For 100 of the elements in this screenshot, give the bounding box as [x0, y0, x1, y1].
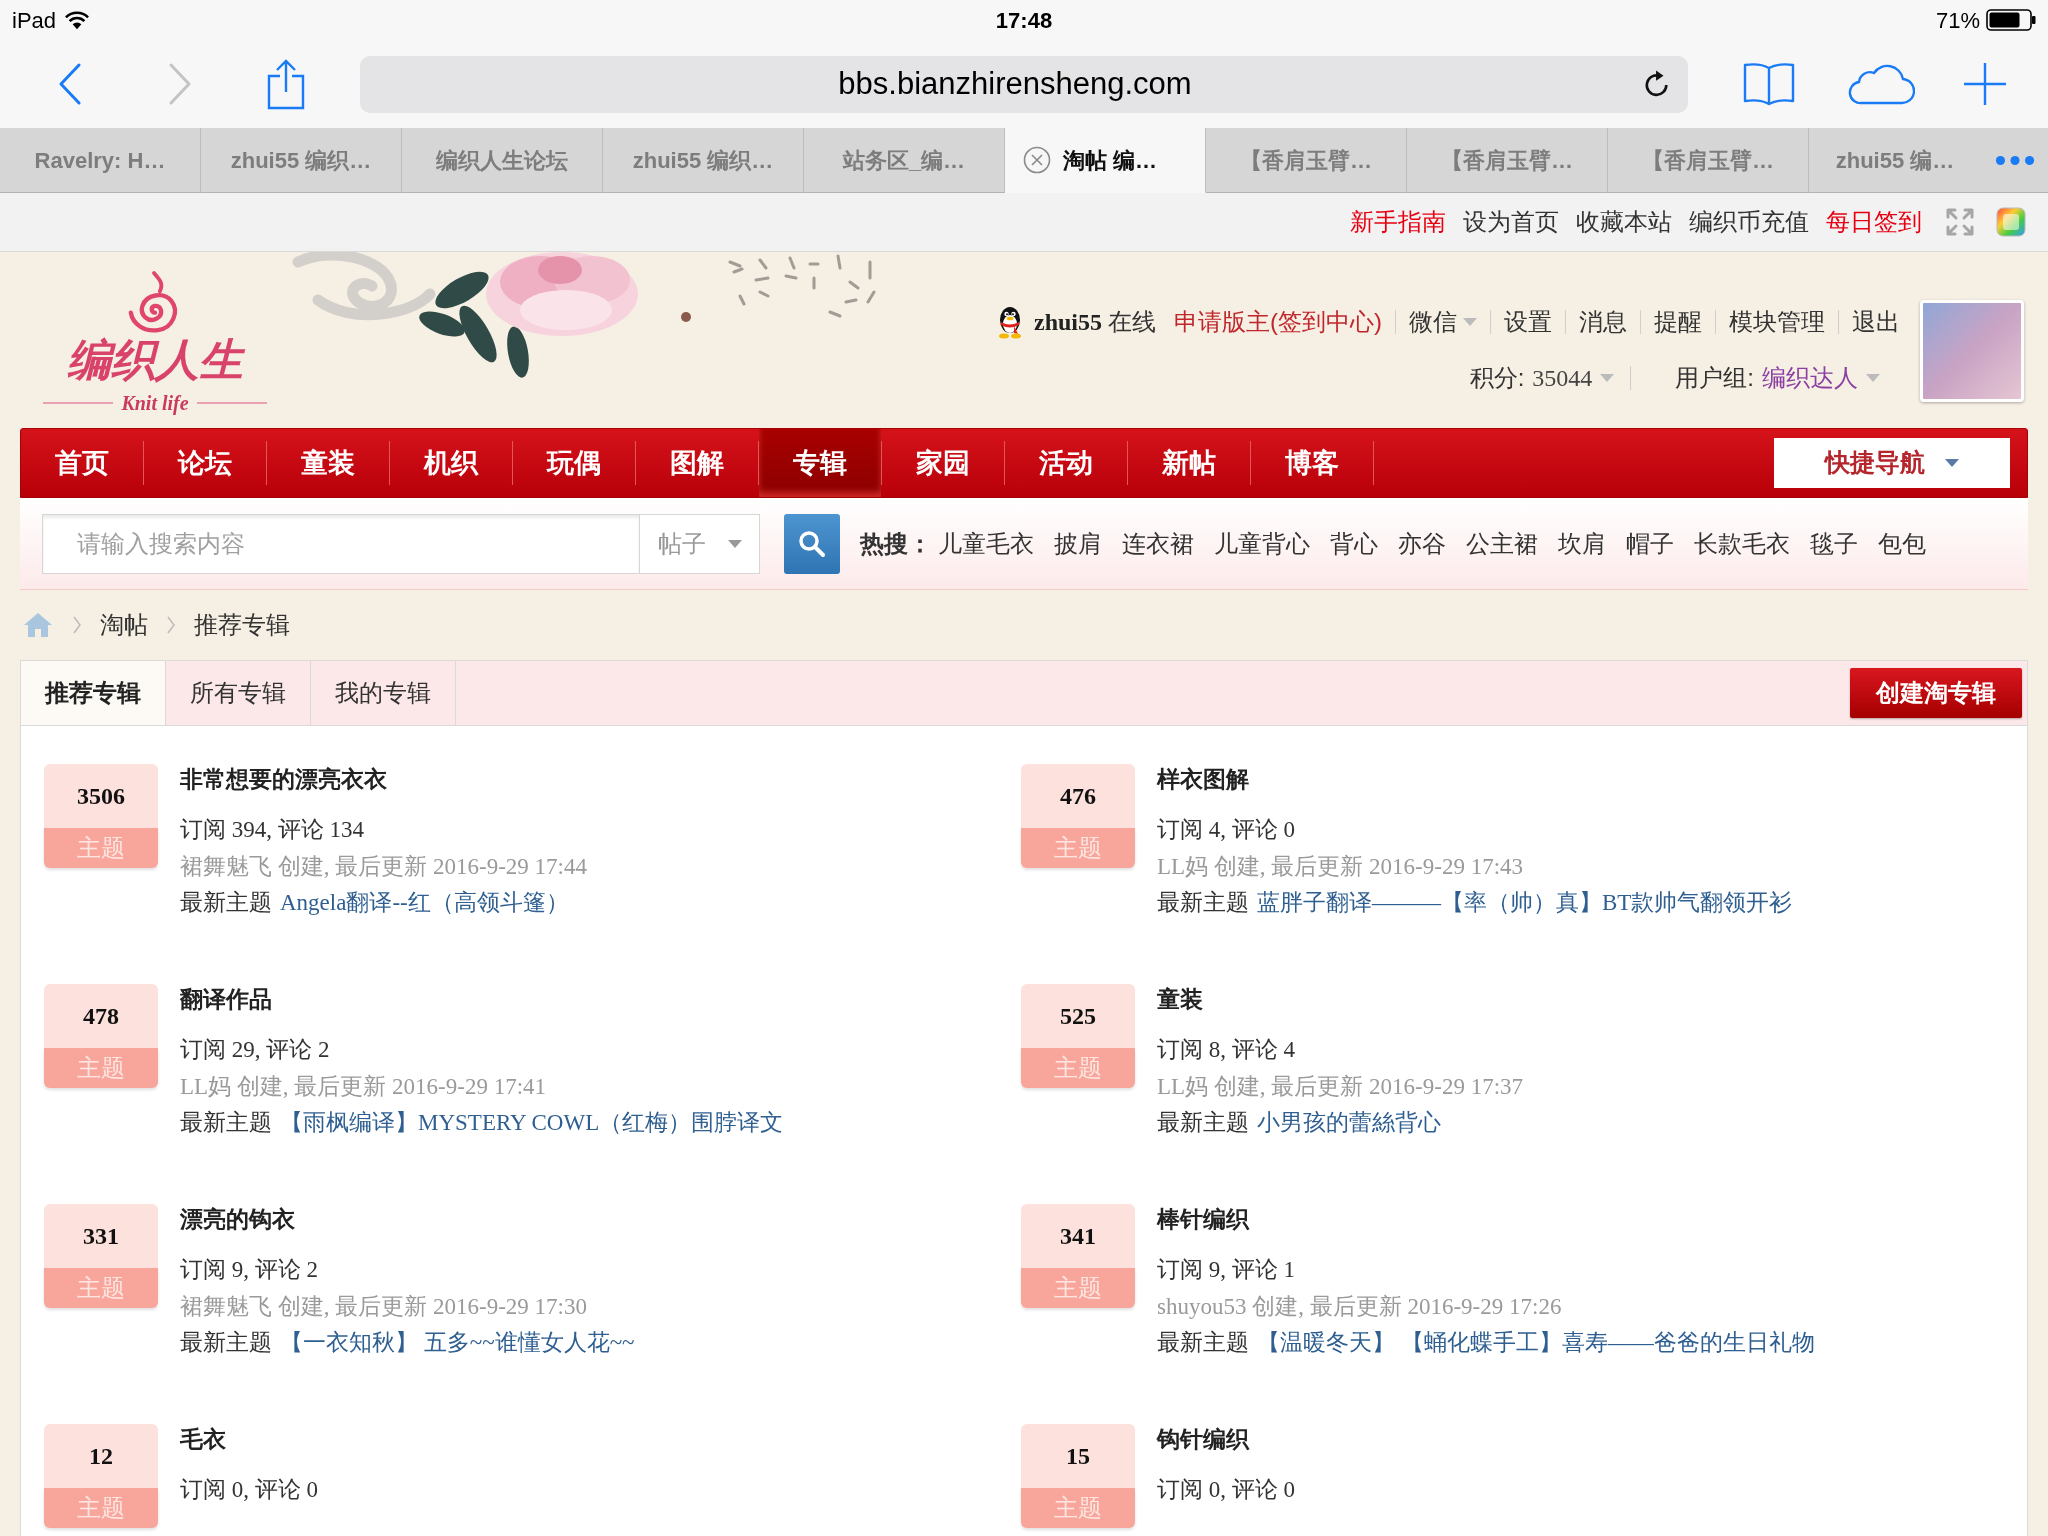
album-title[interactable]: 样衣图解	[1157, 764, 1249, 796]
book-icon[interactable]	[1743, 61, 1795, 107]
hot-search-link[interactable]: 连衣裙	[1122, 525, 1194, 562]
user-menu-link[interactable]: 模块管理	[1729, 304, 1825, 340]
album-title[interactable]: 毛衣	[180, 1424, 226, 1456]
topic-count: 15	[1021, 1424, 1135, 1488]
hot-search-link[interactable]: 公主裙	[1466, 525, 1538, 562]
album-title[interactable]: 翻译作品	[180, 984, 272, 1016]
nav-item[interactable]: 论坛	[144, 429, 266, 497]
user-menu-link[interactable]: 微信	[1409, 304, 1477, 340]
hot-search-link[interactable]: 儿童背心	[1214, 525, 1310, 562]
share-icon[interactable]	[266, 58, 306, 110]
album-stats: 订阅 394, 评论 134	[180, 816, 364, 844]
album-stats: 订阅 9, 评论 2	[180, 1256, 318, 1284]
hot-search-link[interactable]: 毯子	[1810, 525, 1858, 562]
nav-item[interactable]: 机织	[390, 429, 512, 497]
album-meta: LL妈 创建, 最后更新 2016-9-29 17:43	[1157, 853, 1524, 881]
top-link[interactable]: 收藏本站	[1576, 204, 1672, 240]
album-title[interactable]: 童装	[1157, 984, 1203, 1016]
caret-icon	[727, 539, 742, 548]
album-title[interactable]: 棒针编织	[1157, 1204, 1249, 1236]
nav-item[interactable]: 童装	[267, 429, 389, 497]
nav-item[interactable]: 活动	[1005, 429, 1127, 497]
nav-item[interactable]: 家园	[882, 429, 1004, 497]
user-menu-link[interactable]: 设置	[1504, 304, 1552, 340]
chevron-icon	[166, 615, 176, 635]
topic-count: 476	[1021, 764, 1135, 828]
breadcrumb-link[interactable]: 淘帖	[100, 607, 148, 643]
breadcrumb-current: 推荐专辑	[194, 610, 290, 640]
color-palette-icon[interactable]	[1996, 207, 2026, 237]
hot-search-link[interactable]: 长款毛衣	[1694, 525, 1790, 562]
logo-tagline: Knit life	[121, 391, 189, 417]
stat-value[interactable]: 35044	[1532, 360, 1615, 396]
top-link[interactable]: 每日签到	[1826, 204, 1922, 240]
album-tab[interactable]: 推荐专辑	[21, 661, 166, 725]
stat-value[interactable]: 编织达人	[1762, 360, 1880, 396]
hot-search-label: 热搜：	[860, 528, 932, 559]
top-link[interactable]: 新手指南	[1350, 204, 1446, 240]
hot-search-link[interactable]: 亦谷	[1398, 525, 1446, 562]
topic-label: 主题	[44, 1488, 158, 1528]
album-title[interactable]: 漂亮的钩衣	[180, 1204, 295, 1236]
nav-item[interactable]: 新帖	[1128, 429, 1250, 497]
user-menu-link[interactable]: 退出	[1852, 304, 1900, 340]
latest-topic-link[interactable]: 【雨枫编译】MYSTERY COWL（红梅）围脖译文	[280, 1106, 784, 1141]
album-meta: 裙舞魅飞 创建, 最后更新 2016-9-29 17:30	[180, 1293, 587, 1321]
caret-icon	[1945, 459, 1959, 467]
tab-overflow-button[interactable]	[1981, 128, 2048, 193]
quick-nav-button[interactable]: 快捷导航	[1774, 438, 2010, 488]
address-bar[interactable]: bbs.bianzhirensheng.com	[360, 55, 1688, 113]
avatar-photo[interactable]	[1920, 300, 2024, 402]
search-icon	[798, 529, 826, 558]
latest-topic-link[interactable]: 【温暖冬天】 【蛹化蝶手工】喜寿——爸爸的生日礼物	[1257, 1326, 1815, 1361]
latest-topic-link[interactable]: 小男孩的蕾絲背心	[1257, 1106, 1441, 1141]
cloud-icon[interactable]	[1847, 63, 1915, 105]
online-status: 在线	[1108, 308, 1156, 337]
nav-item[interactable]: 图解	[636, 429, 758, 497]
plus-icon[interactable]	[1963, 62, 2007, 106]
top-link[interactable]: 编织币充值	[1689, 204, 1809, 240]
latest-topic-link[interactable]: Angela翻译--红（高领斗篷）	[280, 886, 569, 921]
hot-search-link[interactable]: 包包	[1878, 525, 1926, 562]
latest-topic-label: 最新主题	[180, 1329, 272, 1358]
apply-moderator-link[interactable]: 申请版主(签到中心)	[1174, 304, 1382, 340]
hot-search-link[interactable]: 帽子	[1626, 525, 1674, 562]
album-title[interactable]: 非常想要的漂亮衣衣	[180, 764, 387, 796]
create-album-button[interactable]: 创建淘专辑	[1850, 668, 2022, 718]
browser-tab[interactable]: 淘帖 编…	[1005, 128, 1206, 193]
close-icon[interactable]	[1023, 146, 1051, 174]
album-stats: 订阅 29, 评论 2	[180, 1036, 330, 1064]
top-link[interactable]: 设为首页	[1463, 204, 1559, 240]
nav-item[interactable]: 首页	[21, 429, 143, 497]
stat-label: 用户组:	[1675, 363, 1754, 393]
reload-icon[interactable]	[1644, 70, 1670, 98]
album-stats: 订阅 0, 评论 0	[1157, 1476, 1295, 1504]
nav-item[interactable]: 玩偶	[513, 429, 635, 497]
search-field[interactable]: 请输入搜索内容	[42, 513, 640, 574]
hot-search-link[interactable]: 披肩	[1054, 525, 1102, 562]
latest-topic-label: 最新主题	[1157, 1329, 1249, 1358]
hot-search-link[interactable]: 坎肩	[1558, 525, 1606, 562]
search-button[interactable]	[784, 513, 840, 574]
expand-icon[interactable]	[1945, 207, 1975, 237]
hot-search-link[interactable]: 背心	[1330, 525, 1378, 562]
stat-label: 积分:	[1469, 363, 1525, 393]
back-icon[interactable]	[58, 63, 82, 105]
topic-count: 331	[44, 1204, 158, 1268]
nav-item[interactable]: 专辑	[759, 429, 881, 497]
clock: 17:48	[995, 6, 1053, 35]
album-meta: 裙舞魅飞 创建, 最后更新 2016-9-29 17:44	[180, 853, 587, 881]
latest-topic-link[interactable]: 蓝胖子翻译———【率（帅）真】BT款帅气翻领开衫	[1257, 886, 1793, 921]
nav-item[interactable]: 博客	[1251, 429, 1373, 497]
topic-label: 主题	[1021, 828, 1135, 868]
latest-topic-label: 最新主题	[180, 1109, 272, 1138]
hot-search-link[interactable]: 儿童毛衣	[938, 525, 1034, 562]
latest-topic-link[interactable]: 【一衣知秋】 五多~~谁懂女人花~~	[280, 1326, 635, 1361]
album-title[interactable]: 钩针编织	[1157, 1424, 1249, 1456]
album-meta: LL妈 创建, 最后更新 2016-9-29 17:37	[1157, 1073, 1524, 1101]
user-menu-link[interactable]: 提醒	[1654, 304, 1702, 340]
more-icon[interactable]	[1994, 154, 2035, 166]
username-link[interactable]: zhui55	[1034, 304, 1102, 340]
user-menu-link[interactable]: 消息	[1579, 304, 1627, 340]
forward-icon[interactable]	[168, 63, 192, 105]
